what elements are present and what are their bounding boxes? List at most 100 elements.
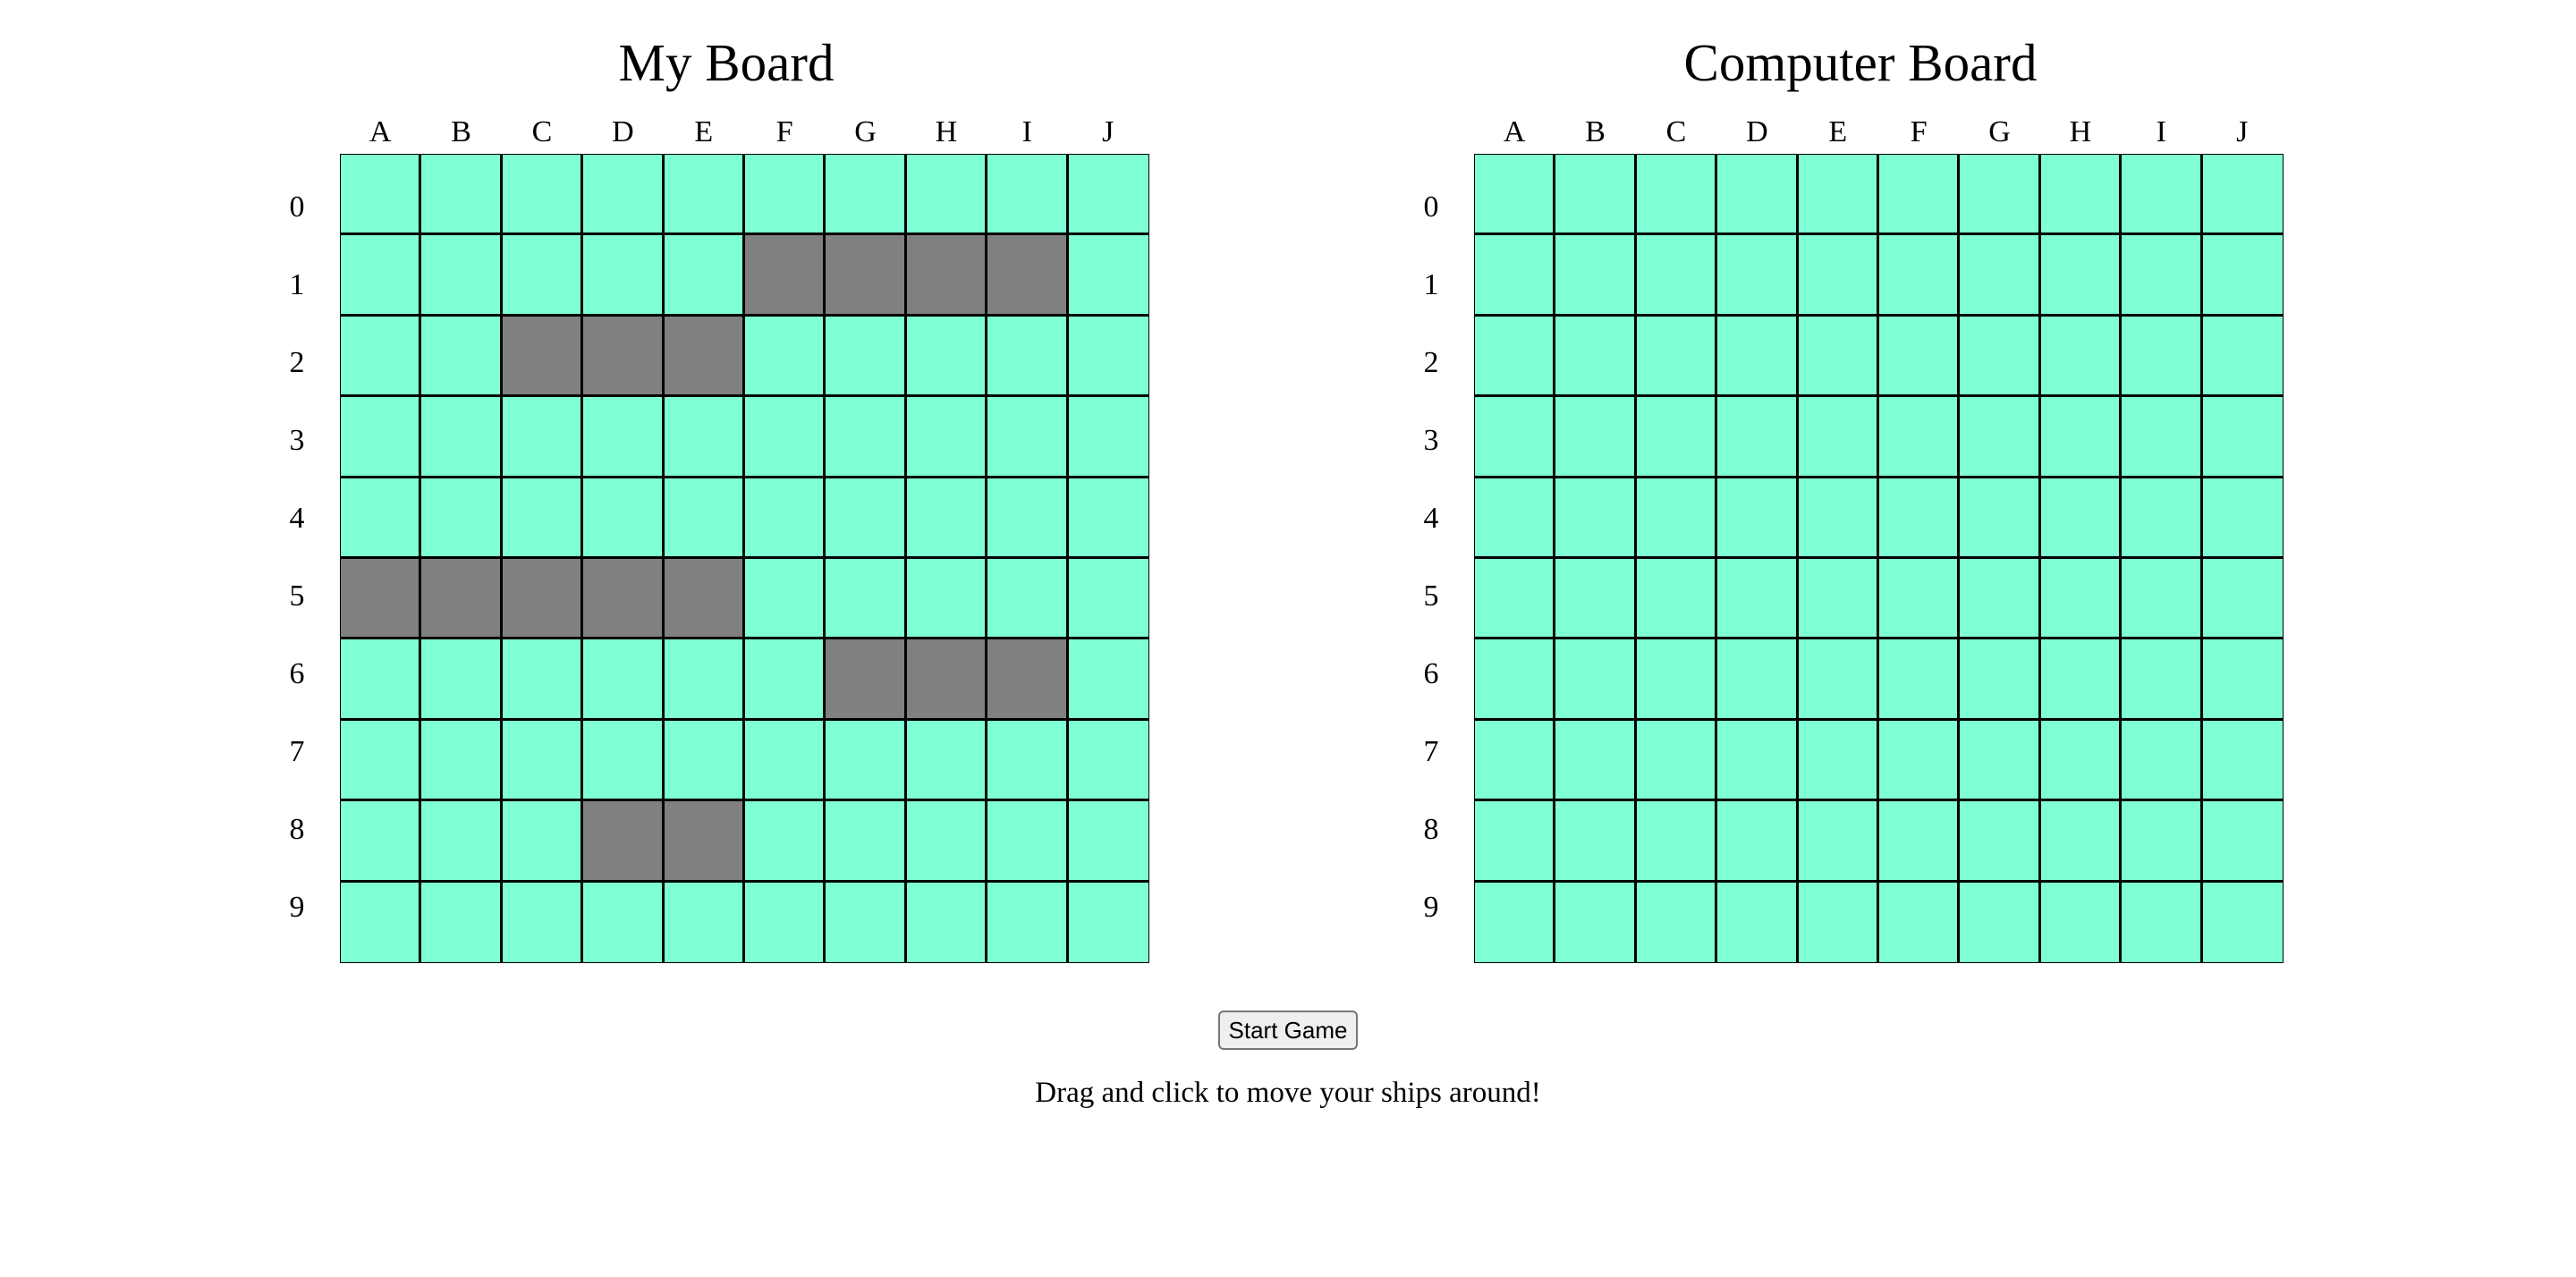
computer-board-water-cell[interactable] bbox=[1717, 316, 1799, 398]
my-board-water-cell[interactable] bbox=[664, 235, 745, 317]
computer-board-water-cell[interactable] bbox=[1798, 478, 1879, 559]
computer-board-water-cell[interactable] bbox=[1636, 801, 1718, 883]
my-board-water-cell[interactable] bbox=[421, 882, 503, 963]
computer-board-water-cell[interactable] bbox=[1798, 316, 1879, 398]
computer-board-water-cell[interactable] bbox=[1798, 720, 1879, 802]
my-board-water-cell[interactable] bbox=[1068, 397, 1149, 478]
my-board-ship-cell[interactable] bbox=[341, 558, 422, 640]
my-board-water-cell[interactable] bbox=[421, 316, 503, 398]
my-board-water-cell[interactable] bbox=[987, 801, 1069, 883]
computer-board-water-cell[interactable] bbox=[1636, 235, 1718, 317]
computer-board-water-cell[interactable] bbox=[1798, 882, 1879, 963]
computer-board-water-cell[interactable] bbox=[1475, 235, 1556, 317]
my-board-water-cell[interactable] bbox=[826, 801, 907, 883]
computer-board-water-cell[interactable] bbox=[2040, 235, 2123, 317]
computer-board-water-cell[interactable] bbox=[1798, 397, 1879, 478]
my-board-ship-cell[interactable] bbox=[502, 558, 584, 640]
computer-board-water-cell[interactable] bbox=[1475, 801, 1556, 883]
my-board-ship-cell[interactable] bbox=[502, 316, 584, 398]
my-board-water-cell[interactable] bbox=[987, 558, 1069, 640]
my-board-water-cell[interactable] bbox=[987, 882, 1069, 963]
my-board-water-cell[interactable] bbox=[341, 316, 422, 398]
computer-board-water-cell[interactable] bbox=[2040, 801, 2123, 883]
my-board-water-cell[interactable] bbox=[1068, 882, 1149, 963]
computer-board-water-cell[interactable] bbox=[2122, 558, 2203, 640]
computer-board-water-cell[interactable] bbox=[1960, 558, 2041, 640]
computer-board-water-cell[interactable] bbox=[2122, 155, 2203, 236]
my-board-water-cell[interactable] bbox=[987, 397, 1069, 478]
computer-board-water-cell[interactable] bbox=[2040, 720, 2123, 802]
computer-board-water-cell[interactable] bbox=[1960, 639, 2041, 721]
my-board-water-cell[interactable] bbox=[583, 639, 665, 721]
my-board-water-cell[interactable] bbox=[341, 882, 422, 963]
computer-board-water-cell[interactable] bbox=[1636, 882, 1718, 963]
computer-board-water-cell[interactable] bbox=[1717, 558, 1799, 640]
my-board-water-cell[interactable] bbox=[826, 316, 907, 398]
computer-board-water-cell[interactable] bbox=[1636, 397, 1718, 478]
computer-board-water-cell[interactable] bbox=[1878, 235, 1961, 317]
computer-board-water-cell[interactable] bbox=[2122, 397, 2203, 478]
computer-board-water-cell[interactable] bbox=[2202, 720, 2284, 802]
my-board-water-cell[interactable] bbox=[1068, 720, 1149, 802]
my-board-water-cell[interactable] bbox=[421, 720, 503, 802]
my-board-water-cell[interactable] bbox=[502, 235, 584, 317]
my-board-water-cell[interactable] bbox=[744, 639, 826, 721]
computer-board-water-cell[interactable] bbox=[1475, 155, 1556, 236]
my-board-water-cell[interactable] bbox=[341, 720, 422, 802]
computer-board-water-cell[interactable] bbox=[2122, 235, 2203, 317]
my-board-ship-cell[interactable] bbox=[906, 235, 988, 317]
my-board-water-cell[interactable] bbox=[341, 235, 422, 317]
my-board-ship-cell[interactable] bbox=[583, 316, 665, 398]
my-board-water-cell[interactable] bbox=[421, 639, 503, 721]
computer-board-water-cell[interactable] bbox=[1798, 639, 1879, 721]
my-board-water-cell[interactable] bbox=[826, 558, 907, 640]
computer-board-water-cell[interactable] bbox=[1960, 882, 2041, 963]
computer-board-water-cell[interactable] bbox=[1878, 558, 1961, 640]
computer-board-water-cell[interactable] bbox=[1555, 558, 1637, 640]
computer-board-water-cell[interactable] bbox=[2040, 882, 2123, 963]
computer-board-water-cell[interactable] bbox=[1475, 639, 1556, 721]
my-board-water-cell[interactable] bbox=[583, 478, 665, 559]
computer-board-water-cell[interactable] bbox=[1636, 720, 1718, 802]
my-board-water-cell[interactable] bbox=[502, 882, 584, 963]
my-board-water-cell[interactable] bbox=[906, 397, 988, 478]
computer-board-water-cell[interactable] bbox=[2040, 155, 2123, 236]
my-board-water-cell[interactable] bbox=[906, 801, 988, 883]
my-board-water-cell[interactable] bbox=[826, 397, 907, 478]
computer-board-water-cell[interactable] bbox=[1475, 478, 1556, 559]
my-board-water-cell[interactable] bbox=[1068, 316, 1149, 398]
computer-board-water-cell[interactable] bbox=[1960, 235, 2041, 317]
my-board-water-cell[interactable] bbox=[341, 801, 422, 883]
my-board-water-cell[interactable] bbox=[826, 882, 907, 963]
computer-board-water-cell[interactable] bbox=[1878, 155, 1961, 236]
my-board-water-cell[interactable] bbox=[502, 639, 584, 721]
computer-board-water-cell[interactable] bbox=[2040, 316, 2123, 398]
my-board-ship-cell[interactable] bbox=[664, 558, 745, 640]
my-board-water-cell[interactable] bbox=[987, 316, 1069, 398]
computer-board-water-cell[interactable] bbox=[1555, 639, 1637, 721]
my-board-water-cell[interactable] bbox=[664, 720, 745, 802]
my-board-water-cell[interactable] bbox=[744, 882, 826, 963]
my-board-water-cell[interactable] bbox=[826, 720, 907, 802]
computer-board-water-cell[interactable] bbox=[2202, 801, 2284, 883]
my-board-water-cell[interactable] bbox=[826, 155, 907, 236]
my-board-water-cell[interactable] bbox=[1068, 639, 1149, 721]
computer-board-water-cell[interactable] bbox=[1798, 235, 1879, 317]
computer-board-water-cell[interactable] bbox=[1960, 155, 2041, 236]
my-board-water-cell[interactable] bbox=[421, 155, 503, 236]
my-board-water-cell[interactable] bbox=[421, 235, 503, 317]
my-board-water-cell[interactable] bbox=[906, 478, 988, 559]
computer-board-water-cell[interactable] bbox=[2202, 316, 2284, 398]
computer-board-water-cell[interactable] bbox=[1878, 882, 1961, 963]
my-board-water-cell[interactable] bbox=[664, 882, 745, 963]
computer-board-water-cell[interactable] bbox=[2202, 882, 2284, 963]
computer-board-water-cell[interactable] bbox=[2202, 235, 2284, 317]
my-board-water-cell[interactable] bbox=[906, 558, 988, 640]
computer-board-water-cell[interactable] bbox=[1555, 882, 1637, 963]
computer-board-water-cell[interactable] bbox=[1717, 478, 1799, 559]
computer-board-water-cell[interactable] bbox=[1878, 316, 1961, 398]
computer-board-water-cell[interactable] bbox=[1878, 397, 1961, 478]
computer-board-water-cell[interactable] bbox=[1717, 397, 1799, 478]
computer-board-water-cell[interactable] bbox=[1717, 720, 1799, 802]
my-board-water-cell[interactable] bbox=[664, 155, 745, 236]
